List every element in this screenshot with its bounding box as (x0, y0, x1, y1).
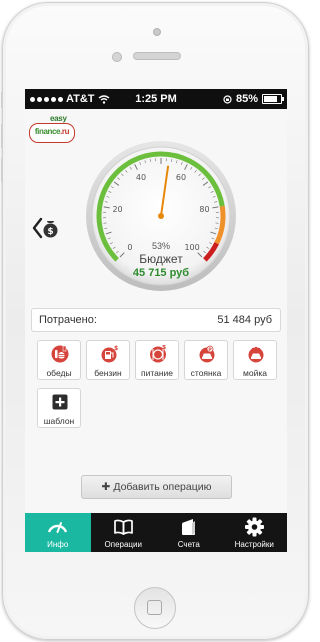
category-tile-fuel[interactable]: $ бензин (86, 340, 130, 380)
mute-switch (1, 92, 3, 108)
plus-icon: ✚ (101, 481, 111, 493)
tab-accounts[interactable]: Счета (156, 513, 222, 552)
category-tile-lunch[interactable]: обеды (37, 340, 81, 380)
app-logo: easy finance.ru (29, 114, 75, 143)
front-camera (112, 52, 122, 62)
category-tile-wash[interactable]: мойка (233, 340, 277, 380)
home-button-square-icon (147, 600, 162, 615)
category-tile-template[interactable]: шаблон (37, 388, 81, 428)
svg-text:$: $ (162, 345, 166, 351)
category-tile-food[interactable]: $ питание (135, 340, 179, 380)
logo-badge: finance.ru (29, 123, 75, 143)
category-label: бензин (94, 368, 122, 378)
rotation-lock-icon (223, 94, 232, 104)
burger-icon (51, 345, 69, 363)
battery-group: 85% (223, 93, 284, 105)
tab-settings[interactable]: Настройки (222, 513, 288, 552)
category-label: стоянка (190, 368, 222, 378)
battery-percent: 85% (235, 93, 258, 105)
back-money-bag-icon[interactable]: $ (31, 217, 61, 239)
app-screen: AT&T 1:25 PM 85% easy finance.ru $ 0 20 … (25, 89, 287, 552)
logo-main-text: finance (34, 127, 61, 136)
tab-label: Операции (104, 540, 142, 549)
volume-down-button (1, 158, 3, 182)
speedometer-icon (47, 522, 68, 533)
tab-info[interactable]: Инфо (25, 513, 91, 552)
car-wash-icon (248, 346, 264, 363)
category-label: шаблон (43, 416, 75, 426)
gauge-tick-label-80: 80 (199, 205, 209, 214)
bottom-tab-bar: Инфо Операции Счета Настройки (25, 513, 287, 552)
add-operation-label: Добавить операцию (113, 481, 212, 493)
gauge-tick-label-20: 20 (112, 205, 122, 214)
category-tile-parking[interactable]: P стоянка (184, 340, 228, 380)
spent-value: 51 484 руб (217, 314, 272, 326)
category-label: питание (140, 368, 174, 378)
gauge-tick-label-40: 40 (136, 173, 146, 182)
battery-icon (262, 94, 284, 104)
fuel-pump-icon: $ (101, 345, 118, 363)
svg-text:$: $ (114, 345, 118, 352)
tab-label: Инфо (47, 540, 69, 549)
add-operation-button[interactable]: ✚ Добавить операцию (81, 475, 232, 499)
cutlery-icon: $ (150, 345, 166, 363)
gauge-percent: 53% (151, 241, 170, 251)
status-bar: AT&T 1:25 PM 85% (25, 89, 287, 109)
top-sensor (153, 28, 161, 36)
category-label: обеды (46, 368, 72, 378)
gauge-title: Бюджет (139, 252, 183, 266)
logo-top-text: easy (50, 114, 67, 123)
earpiece-speaker (133, 52, 181, 60)
gear-icon (244, 517, 264, 537)
svg-text:$: $ (47, 227, 53, 237)
logo-suffix: .ru (60, 127, 70, 136)
spent-summary: Потрачено: 51 484 руб (31, 308, 281, 332)
spent-label: Потрачено: (39, 314, 97, 326)
tab-label: Счета (177, 540, 200, 549)
gauge-needle-hub (158, 213, 164, 219)
tab-operations[interactable]: Операции (91, 513, 157, 552)
plus-square-icon (52, 394, 68, 410)
tab-label: Настройки (234, 540, 274, 549)
book-icon (113, 519, 133, 535)
budget-amount: 45 715 руб (132, 267, 190, 279)
category-label: мойка (243, 368, 267, 378)
parking-icon: P (199, 345, 215, 363)
gauge-tick-label-60: 60 (176, 173, 186, 182)
volume-up-button (1, 124, 3, 148)
wallet-icon (182, 519, 195, 535)
